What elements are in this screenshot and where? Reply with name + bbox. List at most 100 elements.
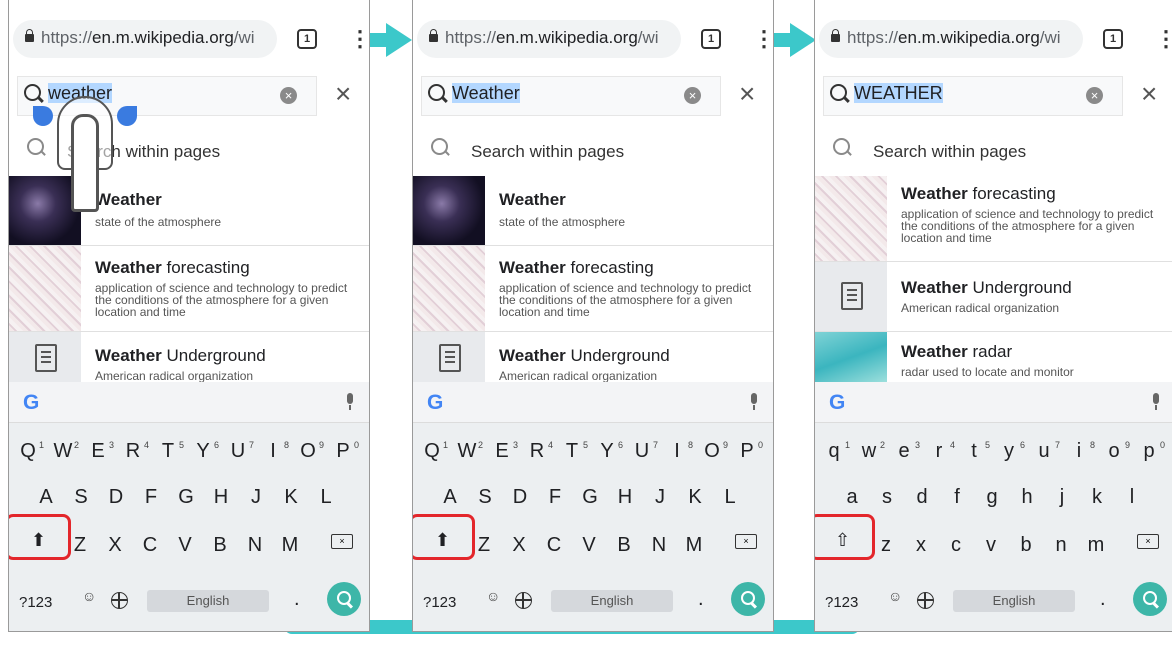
key[interactable]: D [101,486,131,509]
google-logo[interactable]: G [427,391,443,415]
key[interactable]: N [240,534,270,557]
key[interactable]: c [941,534,971,557]
key[interactable]: D [505,486,535,509]
space-bar[interactable]: English [551,590,673,612]
shift-icon[interactable]: ⬆ [31,530,46,551]
key[interactable]: a [837,486,867,509]
key[interactable]: x [906,534,936,557]
space-bar[interactable]: English [147,590,269,612]
mic-icon[interactable] [751,393,757,410]
result-weather-underground[interactable]: Weather Underground American radical org… [815,262,1172,332]
key[interactable]: Z [65,534,95,557]
emoji-icon[interactable]: ☺ [888,588,902,604]
key[interactable]: G [575,486,605,509]
key[interactable]: n [1046,534,1076,557]
go-icon[interactable] [327,582,361,616]
key[interactable]: N [644,534,674,557]
result-weather-forecasting[interactable]: Weather forecasting application of scien… [413,246,773,332]
result-weather-underground[interactable]: Weather Underground American radical org… [413,332,773,384]
url-text[interactable]: https://en.m.wikipedia.org/wi [41,28,255,48]
key[interactable]: v [976,534,1006,557]
key[interactable]: s [872,486,902,509]
search-input[interactable]: WEATHER × [823,76,1123,116]
close-icon[interactable]: × [1141,78,1157,110]
symbols-key[interactable]: ?123 [825,594,858,611]
key[interactable]: b [1011,534,1041,557]
clear-icon[interactable]: × [280,87,297,104]
key[interactable]: X [504,534,534,557]
google-logo[interactable]: G [829,391,845,415]
search-within-row[interactable]: Search within pages [815,120,1172,176]
key[interactable]: S [470,486,500,509]
tabs-icon[interactable]: 1 [1103,29,1123,49]
tabs-icon[interactable]: 1 [297,29,317,49]
backspace-icon[interactable]: × [1137,534,1159,549]
go-icon[interactable] [1133,582,1167,616]
key[interactable]: A [435,486,465,509]
key[interactable]: H [206,486,236,509]
key[interactable]: j [1047,486,1077,509]
key[interactable]: M [275,534,305,557]
key[interactable]: m [1081,534,1111,557]
search-within-row[interactable]: Search within pages [413,120,773,176]
key[interactable]: l [1117,486,1147,509]
key[interactable]: K [680,486,710,509]
result-weather-underground[interactable]: Weather Underground American radical org… [9,332,369,384]
more-vert-icon[interactable]: ⋮ [1155,26,1172,52]
result-weather-radar[interactable]: Weather radar radar used to locate and m… [815,332,1172,384]
key[interactable]: h [1012,486,1042,509]
key[interactable]: J [241,486,271,509]
url-text[interactable]: https://en.m.wikipedia.org/wi [847,28,1061,48]
key[interactable]: F [540,486,570,509]
key[interactable]: J [645,486,675,509]
globe-icon[interactable] [111,592,128,609]
key[interactable]: M [679,534,709,557]
clear-icon[interactable]: × [1086,87,1103,104]
key[interactable]: B [205,534,235,557]
symbols-key[interactable]: ?123 [19,594,52,611]
tabs-icon[interactable]: 1 [701,29,721,49]
backspace-icon[interactable]: × [331,534,353,549]
result-weather-forecasting[interactable]: Weather forecasting application of scien… [9,246,369,332]
key[interactable]: z [871,534,901,557]
google-logo[interactable]: G [23,391,39,415]
key[interactable]: k [1082,486,1112,509]
globe-icon[interactable] [515,592,532,609]
key[interactable]: d [907,486,937,509]
selection-handle-left[interactable] [33,106,53,126]
space-bar[interactable]: English [953,590,1075,612]
key[interactable]: C [135,534,165,557]
emoji-icon[interactable]: ☺ [82,588,96,604]
mic-icon[interactable] [347,393,353,410]
key[interactable]: L [311,486,341,509]
close-icon[interactable]: × [739,78,755,110]
key[interactable]: g [977,486,1007,509]
emoji-icon[interactable]: ☺ [486,588,500,604]
key[interactable]: G [171,486,201,509]
selection-handle-right[interactable] [117,106,137,126]
shift-icon[interactable]: ⬆ [435,530,450,551]
period-key[interactable]: . [1100,588,1106,611]
key[interactable]: B [609,534,639,557]
more-vert-icon[interactable]: ⋮ [753,26,773,52]
key[interactable]: A [31,486,61,509]
shift-icon[interactable]: ⇧ [835,530,850,551]
key[interactable]: S [66,486,96,509]
key[interactable]: V [170,534,200,557]
key[interactable]: L [715,486,745,509]
key[interactable]: H [610,486,640,509]
key[interactable]: f [942,486,972,509]
go-icon[interactable] [731,582,765,616]
key[interactable]: X [100,534,130,557]
backspace-icon[interactable]: × [735,534,757,549]
close-icon[interactable]: × [335,78,351,110]
key[interactable]: F [136,486,166,509]
more-vert-icon[interactable]: ⋮ [349,26,369,52]
result-weather-forecasting[interactable]: Weather forecasting application of scien… [815,176,1172,262]
key[interactable]: C [539,534,569,557]
key[interactable]: V [574,534,604,557]
mic-icon[interactable] [1153,393,1159,410]
search-input[interactable]: Weather × [421,76,721,116]
period-key[interactable]: . [698,588,704,611]
key[interactable]: K [276,486,306,509]
